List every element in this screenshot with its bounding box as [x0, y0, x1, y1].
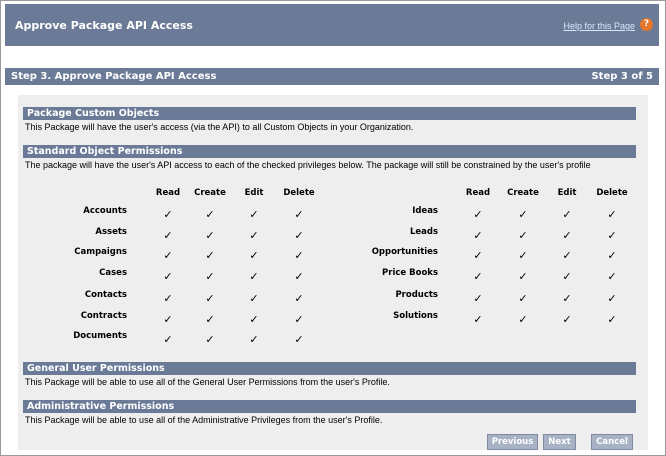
checkmark-icon: ✓	[518, 293, 528, 305]
column-header-right: Edit	[557, 188, 577, 198]
checkmark-icon: ✓	[249, 230, 259, 242]
checkmark-icon: ✓	[294, 271, 304, 283]
checkmark-icon: ✓	[294, 314, 304, 326]
column-header-right: Delete	[596, 188, 628, 198]
object-label-left: Contacts	[84, 290, 127, 300]
checkmark-icon: ✓	[562, 314, 572, 326]
general-permissions-text: This Package will be able to use all of …	[25, 377, 390, 387]
checkmark-icon: ✓	[473, 293, 483, 305]
checkmark-icon: ✓	[163, 293, 173, 305]
checkmark-icon: ✓	[205, 314, 215, 326]
checkmark-icon: ✓	[205, 334, 215, 346]
checkmark-icon: ✓	[163, 250, 173, 262]
section-title: Administrative Permissions	[27, 401, 175, 412]
object-label-left: Assets	[95, 227, 127, 237]
object-label-right: Products	[395, 290, 438, 300]
checkmark-icon: ✓	[562, 230, 572, 242]
checkmark-icon: ✓	[607, 250, 617, 262]
help-link[interactable]: Help for this Page	[563, 21, 635, 31]
step-count: Step 3 of 5	[591, 71, 653, 82]
column-header-left: Delete	[283, 188, 315, 198]
object-label-left: Accounts	[83, 206, 127, 216]
object-label-right: Price Books	[382, 268, 438, 278]
checkmark-icon: ✓	[249, 334, 259, 346]
checkmark-icon: ✓	[607, 209, 617, 221]
section-title: General User Permissions	[27, 363, 165, 374]
admin-permissions-text: This Package will be able to use all of …	[25, 415, 383, 425]
checkmark-icon: ✓	[205, 271, 215, 283]
checkmark-icon: ✓	[562, 271, 572, 283]
checkmark-icon: ✓	[562, 250, 572, 262]
checkmark-icon: ✓	[249, 293, 259, 305]
checkmark-icon: ✓	[294, 230, 304, 242]
standard-objects-text: The package will have the user's API acc…	[25, 160, 591, 170]
object-label-right: Solutions	[393, 311, 438, 321]
checkmark-icon: ✓	[473, 314, 483, 326]
cancel-button[interactable]: Cancel	[591, 434, 633, 450]
column-header-left: Read	[155, 188, 181, 198]
checkmark-icon: ✓	[518, 271, 528, 283]
checkmark-icon: ✓	[607, 314, 617, 326]
object-label-left: Campaigns	[74, 247, 127, 257]
checkmark-icon: ✓	[294, 334, 304, 346]
custom-objects-section-header: Package Custom Objects	[23, 107, 636, 120]
checkmark-icon: ✓	[518, 230, 528, 242]
column-header-right: Read	[465, 188, 491, 198]
page-title: Approve Package API Access	[15, 19, 193, 32]
page-header: Approve Package API Access Help for this…	[5, 4, 659, 46]
checkmark-icon: ✓	[249, 209, 259, 221]
checkmark-icon: ✓	[562, 293, 572, 305]
object-label-right: Opportunities	[371, 247, 438, 257]
section-title: Package Custom Objects	[27, 108, 160, 119]
checkmark-icon: ✓	[163, 334, 173, 346]
checkmark-icon: ✓	[473, 230, 483, 242]
object-label-left: Contracts	[80, 311, 127, 321]
object-label-left: Documents	[73, 331, 127, 341]
object-label-left: Cases	[99, 268, 127, 278]
checkmark-icon: ✓	[607, 230, 617, 242]
checkmark-icon: ✓	[518, 314, 528, 326]
previous-button[interactable]: Previous	[487, 434, 538, 450]
object-label-right: Ideas	[412, 206, 438, 216]
checkmark-icon: ✓	[205, 230, 215, 242]
checkmark-icon: ✓	[163, 271, 173, 283]
checkmark-icon: ✓	[562, 209, 572, 221]
section-title: Standard Object Permissions	[27, 146, 183, 157]
standard-objects-section-header: Standard Object Permissions	[23, 145, 636, 158]
checkmark-icon: ✓	[163, 314, 173, 326]
checkmark-icon: ✓	[294, 209, 304, 221]
checkmark-icon: ✓	[473, 271, 483, 283]
help-icon[interactable]: ?	[640, 18, 653, 31]
checkmark-icon: ✓	[607, 293, 617, 305]
object-label-right: Leads	[409, 227, 438, 237]
checkmark-icon: ✓	[518, 250, 528, 262]
checkmark-icon: ✓	[163, 209, 173, 221]
checkmark-icon: ✓	[205, 209, 215, 221]
next-button[interactable]: Next	[543, 434, 576, 450]
checkmark-icon: ✓	[249, 250, 259, 262]
general-permissions-section-header: General User Permissions	[23, 362, 636, 375]
checkmark-icon: ✓	[294, 250, 304, 262]
step-title: Step 3. Approve Package API Access	[11, 71, 217, 82]
checkmark-icon: ✓	[473, 250, 483, 262]
checkmark-icon: ✓	[607, 271, 617, 283]
checkmark-icon: ✓	[205, 293, 215, 305]
checkmark-icon: ✓	[249, 314, 259, 326]
checkmark-icon: ✓	[249, 271, 259, 283]
admin-permissions-section-header: Administrative Permissions	[23, 400, 636, 413]
checkmark-icon: ✓	[294, 293, 304, 305]
checkmark-icon: ✓	[205, 250, 215, 262]
step-bar: Step 3. Approve Package API Access Step …	[5, 68, 659, 85]
column-header-right: Create	[507, 188, 539, 198]
checkmark-icon: ✓	[163, 230, 173, 242]
custom-objects-text: This Package will have the user's access…	[25, 122, 414, 132]
checkmark-icon: ✓	[473, 209, 483, 221]
checkmark-icon: ✓	[518, 209, 528, 221]
column-header-left: Create	[194, 188, 226, 198]
column-header-left: Edit	[244, 188, 264, 198]
